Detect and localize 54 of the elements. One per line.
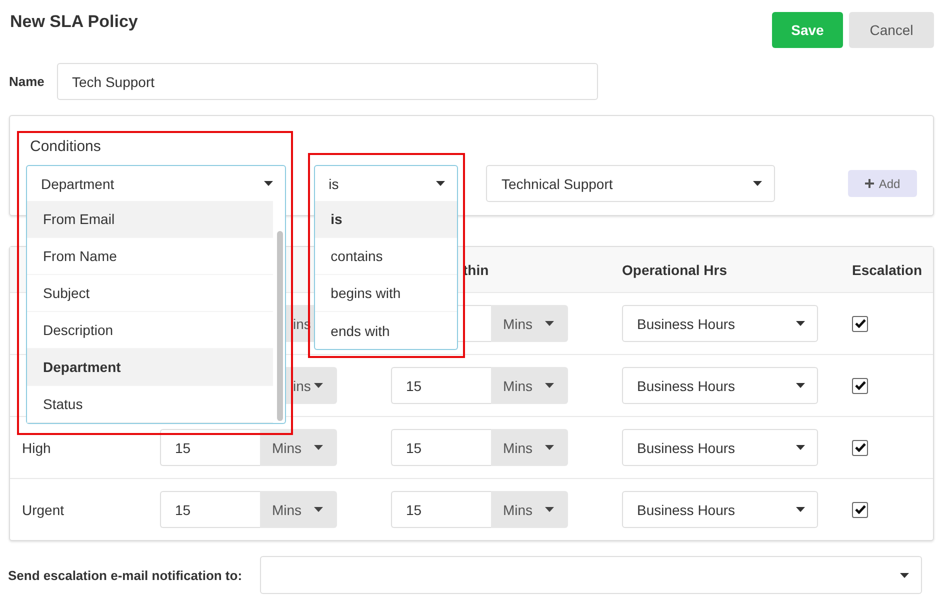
menu-option[interactable]: is [314, 201, 458, 238]
name-label: Name [9, 74, 46, 89]
unit-dropdown[interactable]: Mins [491, 367, 568, 404]
add-button[interactable]: Add [848, 170, 917, 197]
column-header: Escalation [852, 262, 922, 278]
caret-icon [436, 181, 446, 186]
column-header: Operational Hrs [622, 262, 728, 278]
caret-icon [545, 383, 554, 388]
caret-icon [796, 445, 805, 450]
escalation-checkbox[interactable] [852, 440, 868, 456]
caret-icon [900, 572, 909, 578]
plus-icon [864, 179, 874, 188]
menu-option[interactable]: Status [27, 386, 273, 423]
priority-label: Urgent [22, 502, 64, 518]
caret-icon [314, 383, 323, 388]
hours-dropdown[interactable]: Business Hours [622, 491, 818, 528]
unit-dropdown[interactable]: Mins [260, 491, 337, 528]
conditions-heading: Conditions [30, 138, 102, 156]
caret-icon [264, 181, 273, 186]
priority-label: High [22, 440, 51, 456]
caret-icon [796, 321, 805, 326]
caret-icon [314, 445, 323, 450]
menu-option[interactable]: ends with [314, 312, 458, 349]
escalation-checkbox[interactable] [852, 502, 868, 518]
unit-dropdown[interactable]: Mins [260, 429, 337, 466]
menu-option[interactable]: From Name [27, 238, 273, 275]
value-dropdown[interactable]: Technical Support [486, 165, 776, 202]
escalation-checkbox[interactable] [852, 316, 868, 332]
caret-icon [545, 507, 554, 512]
menu-option[interactable]: Subject [27, 275, 273, 312]
page-title: New SLA Policy [10, 12, 138, 32]
hours-dropdown[interactable]: Business Hours [622, 429, 818, 466]
escalation-checkbox[interactable] [852, 378, 868, 394]
caret-icon [545, 445, 554, 450]
scrollbar[interactable] [276, 231, 283, 421]
unit-dropdown[interactable]: ins [285, 367, 337, 404]
caret-icon [545, 321, 554, 326]
hours-dropdown[interactable]: Business Hours [622, 367, 818, 404]
field-dropdown[interactable]: Department [26, 165, 286, 202]
menu-option[interactable]: Department [27, 349, 273, 386]
notification-label: Send escalation e-mail notification to: [8, 568, 244, 582]
menu-option[interactable]: From Email [27, 201, 273, 238]
unit-dropdown[interactable]: Mins [491, 305, 568, 342]
unit-dropdown[interactable]: Mins [491, 429, 568, 466]
cancel-button[interactable]: Cancel [849, 12, 934, 48]
hours-dropdown[interactable]: Business Hours [622, 305, 818, 342]
caret-icon [796, 383, 805, 388]
menu-option[interactable]: contains [314, 238, 458, 275]
caret-icon [796, 507, 805, 512]
operator-dropdown[interactable]: is [314, 165, 458, 202]
caret-icon [314, 507, 323, 512]
name-field[interactable]: Tech Support [57, 63, 598, 100]
unit-dropdown[interactable]: Mins [491, 491, 568, 528]
caret-icon [753, 181, 762, 186]
